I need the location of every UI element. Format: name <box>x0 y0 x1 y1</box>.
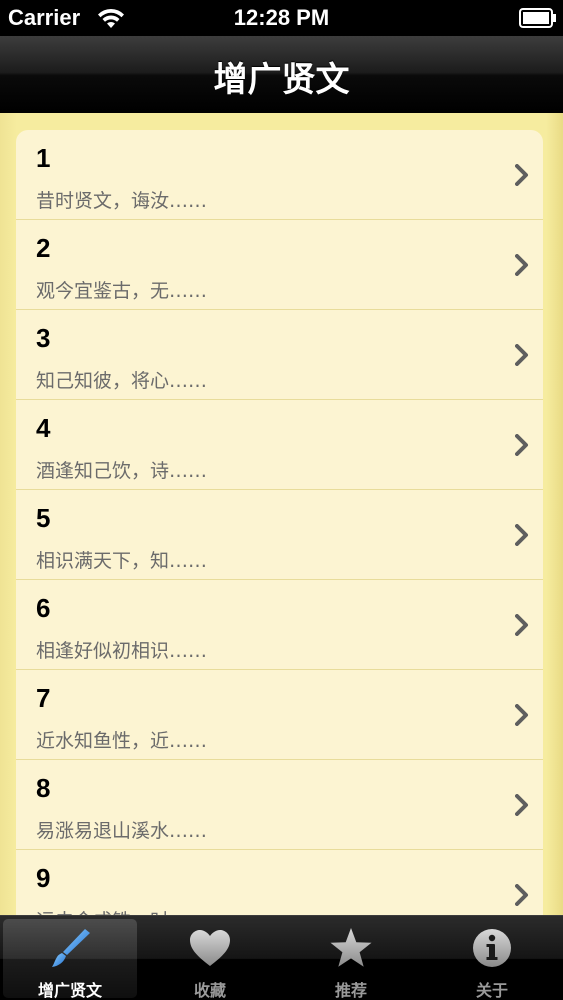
item-preview: 知己知彼，将心…… <box>36 370 208 392</box>
list-item-1[interactable]: 1 昔时贤文，诲汝…… <box>16 130 543 220</box>
tab-favorites[interactable]: 收藏 <box>143 919 277 1000</box>
list-item-7[interactable]: 7 近水知鱼性，近…… <box>16 670 543 760</box>
chevron-right-icon <box>515 524 528 546</box>
item-preview: 酒逢知己饮，诗…… <box>36 460 208 482</box>
chevron-right-icon <box>515 614 528 636</box>
item-number: 6 <box>36 593 51 623</box>
star-icon <box>330 928 372 967</box>
content-area[interactable]: 1 昔时贤文，诲汝…… 2 观今宜鉴古，无…… 3 知己知彼，将心…… 4 酒逢… <box>0 113 563 915</box>
item-number: 4 <box>36 413 51 443</box>
tab-about[interactable]: 关于 <box>425 919 559 1000</box>
item-number: 1 <box>36 143 51 173</box>
item-preview: 相逢好似初相识…… <box>36 640 208 662</box>
tab-zengguang-xianwen[interactable]: 增广贤文 <box>3 919 137 1000</box>
item-number: 7 <box>36 683 51 713</box>
tab-label: 增广贤文 <box>37 981 102 1000</box>
tab-label: 收藏 <box>193 981 226 1000</box>
item-preview: 观今宜鉴古，无…… <box>36 280 208 302</box>
navigation-bar: 增广贤文 <box>0 36 563 113</box>
chevron-right-icon <box>515 254 528 276</box>
list-item-2[interactable]: 2 观今宜鉴古，无…… <box>16 220 543 310</box>
chevron-right-icon <box>515 884 528 906</box>
item-number: 2 <box>36 233 51 263</box>
list-item-9[interactable]: 9 运去金成铁，时…… <box>16 850 543 915</box>
chevron-right-icon <box>515 794 528 816</box>
list-item-8[interactable]: 8 易涨易退山溪水…… <box>16 760 543 850</box>
status-bar: Carrier 12:28 PM <box>0 0 563 36</box>
heart-icon <box>190 930 230 966</box>
tab-label: 推荐 <box>334 981 367 1000</box>
item-number: 8 <box>36 773 51 803</box>
chevron-right-icon <box>515 704 528 726</box>
page-title: 增广贤文 <box>213 60 350 100</box>
item-preview: 昔时贤文，诲汝…… <box>36 190 208 212</box>
item-number: 9 <box>36 863 51 893</box>
chevron-right-icon <box>515 164 528 186</box>
item-preview: 近水知鱼性，近…… <box>36 730 208 752</box>
verse-list: 1 昔时贤文，诲汝…… 2 观今宜鉴古，无…… 3 知己知彼，将心…… 4 酒逢… <box>16 130 543 915</box>
paintbrush-icon <box>52 929 90 967</box>
app-screen: Carrier 12:28 PM 增广贤文 1 昔时贤文，诲汝…… 2 观今宜鉴… <box>0 0 563 1000</box>
list-item-6[interactable]: 6 相逢好似初相识…… <box>16 580 543 670</box>
list-item-5[interactable]: 5 相识满天下，知…… <box>16 490 543 580</box>
tab-label: 关于 <box>475 981 508 1000</box>
info-icon <box>473 929 511 967</box>
clock: 12:28 PM <box>233 5 330 30</box>
tab-bar: 增广贤文 收藏 推荐 关于 <box>0 915 563 1000</box>
battery-icon <box>519 8 556 28</box>
list-item-4[interactable]: 4 酒逢知己饮，诗…… <box>16 400 543 490</box>
chevron-right-icon <box>515 344 528 366</box>
list-item-3[interactable]: 3 知己知彼，将心…… <box>16 310 543 400</box>
tab-recommended[interactable]: 推荐 <box>284 919 418 1000</box>
item-number: 5 <box>36 503 51 533</box>
item-preview: 运去金成铁，时…… <box>36 906 207 915</box>
item-preview: 相识满天下，知…… <box>36 550 208 572</box>
item-preview: 易涨易退山溪水…… <box>36 820 208 842</box>
item-number: 3 <box>36 323 51 353</box>
chevron-right-icon <box>515 434 528 456</box>
